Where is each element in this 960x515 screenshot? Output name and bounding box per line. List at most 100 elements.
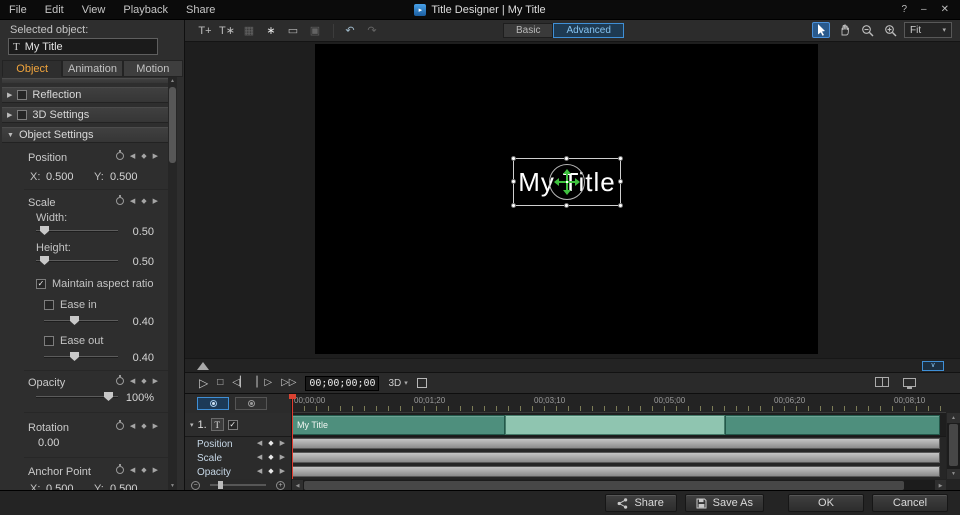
monitor-view-icon[interactable] (903, 378, 916, 387)
share-button[interactable]: Share (605, 494, 677, 512)
title-clip-segment-start[interactable]: My Title (292, 415, 505, 435)
scroll-up-icon[interactable]: ▲ (947, 413, 960, 423)
section-3d-settings[interactable]: ▶ 3D Settings (2, 107, 168, 123)
ease-in-slider[interactable] (44, 316, 118, 326)
collapse-timeline-button[interactable]: ∨ (922, 361, 944, 371)
tab-animation[interactable]: Animation (62, 60, 122, 77)
resize-handle[interactable] (618, 179, 623, 184)
seek-marker[interactable] (197, 362, 209, 370)
title-selection-box[interactable]: My Title (513, 158, 621, 206)
scroll-down-icon[interactable]: ▼ (168, 483, 177, 489)
3d-mode-dropdown[interactable]: 3D ▾ (388, 378, 407, 389)
add-keyframe-icon[interactable]: ◆ (141, 467, 146, 474)
menu-file[interactable]: File (0, 0, 36, 20)
zoom-out-timeline-icon[interactable]: − (191, 481, 200, 490)
panel-scrollbar[interactable]: ▲ ▼ (168, 77, 177, 490)
scale-keyframe-lane[interactable] (292, 451, 946, 465)
ease-in-checkbox[interactable] (44, 300, 54, 310)
zoom-out-button[interactable] (858, 22, 876, 38)
reflection-checkbox[interactable] (17, 90, 27, 100)
prev-keyframe-icon[interactable]: ◀ (130, 378, 135, 385)
anchor-x-value[interactable]: 0.500 (46, 483, 74, 490)
ease-out-value[interactable]: 0.40 (118, 352, 154, 364)
next-keyframe-icon[interactable]: ▶ (280, 468, 285, 475)
timeline-zoom-slider[interactable] (210, 484, 266, 486)
resize-handle[interactable] (618, 203, 623, 208)
save-as-button[interactable]: Save As (685, 494, 764, 512)
prev-keyframe-icon[interactable]: ◀ (130, 467, 135, 474)
ok-button[interactable]: OK (788, 494, 864, 512)
move-gizmo-icon[interactable] (556, 171, 578, 193)
insert-title-icon[interactable]: T+ (195, 23, 215, 39)
next-keyframe-icon[interactable]: ▶ (153, 423, 158, 430)
select-tool-button[interactable] (812, 22, 830, 38)
track-lane[interactable]: My Title (292, 413, 946, 437)
background-icon[interactable]: ▣ (305, 23, 325, 39)
tab-motion[interactable]: Motion (123, 60, 183, 77)
minimize-button[interactable]: – (916, 0, 932, 20)
zoom-in-button[interactable] (881, 22, 899, 38)
horizontal-scrollbar-thumb[interactable] (304, 481, 904, 490)
menu-view[interactable]: View (73, 0, 115, 20)
next-keyframe-icon[interactable]: ▶ (280, 440, 285, 447)
cancel-button[interactable]: Cancel (872, 494, 948, 512)
stopwatch-icon[interactable] (116, 466, 124, 474)
next-frame-button[interactable]: ▏▷ (257, 378, 272, 388)
add-keyframe-icon[interactable]: ◆ (141, 378, 146, 385)
section-object-settings[interactable]: ▼ Object Settings (2, 127, 168, 143)
insert-image-icon[interactable]: ▦ (239, 23, 259, 39)
advanced-mode-button[interactable]: Advanced (553, 23, 623, 38)
resize-handle[interactable] (511, 156, 516, 161)
dual-view-icon[interactable] (875, 377, 889, 387)
timeline-zoom-thumb[interactable] (218, 481, 223, 489)
maintain-aspect-checkbox[interactable]: ✓ (36, 279, 46, 289)
vertical-scrollbar-thumb[interactable] (949, 424, 958, 466)
insert-shape-icon[interactable]: ▭ (283, 23, 303, 39)
opacity-slider[interactable] (36, 392, 118, 402)
panel-scrollbar-thumb[interactable] (169, 87, 176, 163)
add-keyframe-icon[interactable]: ◆ (141, 198, 146, 205)
keyframe-bar[interactable] (292, 466, 940, 477)
stopwatch-icon[interactable] (116, 197, 124, 205)
simple-view-button[interactable] (235, 397, 267, 410)
3d-settings-checkbox[interactable] (17, 110, 27, 120)
prev-keyframe-icon[interactable]: ◀ (130, 423, 135, 430)
resize-handle[interactable] (511, 203, 516, 208)
chevron-down-icon[interactable]: ▾ (190, 421, 194, 429)
prev-keyframe-icon[interactable]: ◀ (130, 153, 135, 160)
position-track-header[interactable]: Position ◀ ◆ ▶ (185, 437, 292, 451)
scale-height-value[interactable]: 0.50 (118, 256, 154, 268)
fast-forward-button[interactable]: ▷▷ (281, 378, 296, 388)
next-keyframe-icon[interactable]: ▶ (153, 153, 158, 160)
menu-edit[interactable]: Edit (36, 0, 73, 20)
resize-handle[interactable] (564, 156, 569, 161)
opacity-keyframe-lane[interactable] (292, 465, 946, 479)
timeline-vertical-scrollbar[interactable]: ▲ ▼ (947, 413, 960, 479)
rotation-value[interactable]: 0.00 (38, 437, 59, 449)
keyframe-view-button[interactable] (197, 397, 229, 410)
tab-object[interactable]: Object (2, 60, 62, 77)
menu-playback[interactable]: Playback (114, 0, 177, 20)
help-button[interactable]: ? (896, 0, 912, 20)
insert-particle-icon[interactable]: ∗ (261, 23, 281, 39)
preview-seek-strip[interactable]: ∨ (185, 358, 960, 372)
track-header[interactable]: ▾ 1. T ✓ (185, 413, 292, 437)
object-name-field[interactable]: T My Title (8, 38, 158, 55)
title-template-icon[interactable]: T∗ (217, 23, 237, 39)
scale-height-slider[interactable] (36, 256, 118, 266)
track-visibility-checkbox[interactable]: ✓ (228, 420, 238, 430)
title-clip-segment-end[interactable] (725, 415, 940, 435)
add-keyframe-icon[interactable]: ◆ (268, 468, 273, 475)
zoom-in-timeline-icon[interactable]: + (276, 481, 285, 490)
menu-share[interactable]: Share (177, 0, 224, 20)
basic-mode-button[interactable]: Basic (503, 23, 553, 38)
next-keyframe-icon[interactable]: ▶ (153, 378, 158, 385)
ease-out-slider[interactable] (44, 352, 118, 362)
keyframe-bar[interactable] (292, 438, 940, 449)
opacity-value[interactable]: 100% (118, 392, 154, 404)
add-keyframe-icon[interactable]: ◆ (268, 440, 273, 447)
keyframe-bar[interactable] (292, 452, 940, 463)
stopwatch-icon[interactable] (116, 152, 124, 160)
ease-in-value[interactable]: 0.40 (118, 316, 154, 328)
section-reflection[interactable]: ▶ Reflection (2, 87, 168, 103)
